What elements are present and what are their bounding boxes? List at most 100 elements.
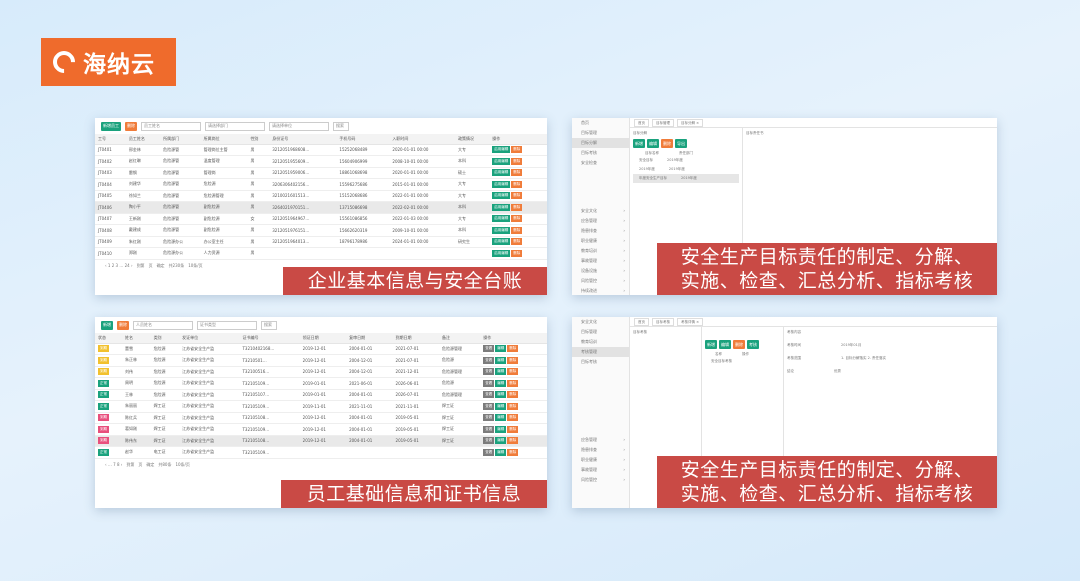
sidebar-item[interactable]: 考核管理 — [572, 347, 629, 357]
table-row[interactable]: 到期 刘伟 危险源 江苏省安全生产监 T32100516… 2019-12-01 2004-… — [95, 366, 547, 378]
confirm-button[interactable]: 确定 — [157, 263, 165, 269]
table-row[interactable]: JT0409 朱红刚 危险源办公 办公室主任男 3212051964013… 187961… — [95, 236, 547, 248]
view-button[interactable]: 查看 — [483, 414, 495, 422]
company-select[interactable]: 请选择单位 — [269, 121, 329, 131]
tree-row[interactable]: 安全目标 2019年度 — [633, 156, 739, 165]
delete-button[interactable]: 删除 — [507, 437, 519, 445]
view-button[interactable]: 查看 — [483, 425, 495, 433]
edit-button[interactable]: 编辑 — [495, 345, 507, 353]
table-row[interactable]: 到期 葛如刚 焊工证 江苏省安全生产监 T32105109… 2019-12-01 2004… — [95, 423, 547, 436]
edit-button[interactable]: 编辑 — [495, 391, 507, 399]
edit-button[interactable]: 编辑 — [495, 425, 507, 433]
delete-button[interactable]: 删除 — [511, 192, 523, 200]
toolbar-button[interactable]: 导出 — [675, 139, 687, 148]
sidebar-item[interactable]: 教育培训 › — [572, 246, 629, 256]
edit-button[interactable]: 启用编辑 — [492, 215, 511, 223]
delete-button[interactable]: 删除 — [507, 414, 519, 422]
edit-button[interactable]: 启用编辑 — [492, 249, 511, 257]
edit-button[interactable]: 启用编辑 — [492, 203, 511, 211]
sidebar-item[interactable]: 目标考核 — [572, 148, 629, 158]
search-button[interactable]: 搜索 — [261, 320, 277, 330]
per-page-select[interactable]: 10条/页 — [175, 462, 189, 468]
confirm-button[interactable]: 确定 — [146, 462, 154, 468]
sidebar-item[interactable]: 职业健康 › — [572, 455, 629, 465]
page-links[interactable]: ‹ … 7 8 › — [105, 462, 122, 468]
delete-button[interactable]: 删除 — [511, 146, 523, 154]
delete-button[interactable]: 删除 — [507, 356, 519, 364]
delete-button[interactable]: 删除 — [507, 402, 519, 410]
view-button[interactable]: 查看 — [483, 356, 495, 364]
toolbar-button[interactable]: 删除 — [733, 340, 745, 349]
edit-button[interactable]: 编辑 — [495, 379, 507, 387]
sidebar-item[interactable]: 设备设施 › — [572, 266, 629, 276]
table-row[interactable]: 到期 董雪 危险源 江苏省安全生产监 T3210402168… 2019-12-01 200… — [95, 343, 547, 355]
edit-button[interactable]: 编辑 — [495, 368, 507, 376]
edit-button[interactable]: 启用编辑 — [492, 157, 511, 165]
sidebar-item[interactable]: 首页 — [572, 118, 629, 128]
table-row[interactable]: 到期 陈红兵 焊工证 江苏省安全生产监 T32105108… 2019-12-01 2004… — [95, 412, 547, 424]
sidebar-item[interactable]: 安全检查 — [572, 158, 629, 168]
toolbar-button[interactable]: 考核 — [747, 340, 759, 349]
delete-button[interactable]: 删除 — [511, 249, 523, 257]
sidebar-item[interactable]: 事故管理 › — [572, 256, 629, 266]
name-search-input[interactable]: 员工姓名 — [141, 121, 201, 131]
tree-row[interactable]: 安全目标考核 — [705, 357, 780, 366]
table-row[interactable]: JT0405 徐如兰 危险源管 危险源管理男 3210021601513… 1515206… — [95, 190, 547, 202]
delete-button[interactable]: 删除 — [507, 425, 519, 433]
sidebar-item[interactable]: 风险管控 › — [572, 475, 629, 485]
edit-button[interactable]: 启用编辑 — [492, 192, 511, 200]
tab[interactable]: 目标分解 × — [677, 118, 704, 127]
delete-button[interactable]: 删除 — [511, 238, 523, 246]
view-button[interactable]: 查看 — [483, 402, 495, 410]
delete-button[interactable]: 删除 — [117, 320, 129, 330]
sidebar-item[interactable]: 风险管控 › — [572, 276, 629, 286]
table-row[interactable]: JT0406 陶小平 危险源管 副危险源男 3264021970151… 13715086… — [95, 201, 547, 214]
sidebar-item[interactable]: 事故管理 › — [572, 465, 629, 475]
delete-button[interactable]: 删除 — [511, 180, 523, 188]
toolbar-button[interactable]: 新增 — [705, 340, 717, 349]
table-row[interactable]: JT0401 邢金林 危险源管 管理岗位主管男 3212051968608… 152520… — [95, 144, 547, 156]
per-page-select[interactable]: 10条/页 — [188, 263, 202, 269]
toolbar-button[interactable]: 新增 — [633, 139, 645, 148]
sidebar-item[interactable]: 目标分解 — [572, 138, 629, 148]
view-button[interactable]: 查看 — [483, 345, 495, 353]
edit-button[interactable]: 启用编辑 — [492, 226, 511, 234]
edit-button[interactable]: 启用编辑 — [492, 180, 511, 188]
tree-row[interactable]: 2019年度 2019年度 — [633, 165, 739, 174]
edit-button[interactable]: 启用编辑 — [492, 238, 511, 246]
delete-button[interactable]: 删除 — [507, 345, 519, 353]
sidebar-item[interactable]: 目标考核 — [572, 357, 629, 367]
table-row[interactable]: JT0404 刘建华 危险源管 危险源男 3206306402156… 155962756… — [95, 178, 547, 191]
sidebar-item[interactable]: 应急管理 › — [572, 435, 629, 445]
edit-button[interactable]: 编辑 — [495, 448, 507, 456]
add-employee-button[interactable]: 新增员工 — [101, 121, 121, 131]
sidebar-item[interactable]: 教育培训 — [572, 337, 629, 347]
table-row[interactable]: JT0402 赵红琳 危险源管 温度管理男 3212051955609… 15604906… — [95, 155, 547, 168]
sidebar-item[interactable]: 隐患排查 › — [572, 445, 629, 455]
edit-button[interactable]: 启用编辑 — [492, 146, 511, 154]
delete-button[interactable]: 删除 — [511, 215, 523, 223]
sidebar-item[interactable]: 职业健康 › — [572, 236, 629, 246]
view-button[interactable]: 查看 — [483, 368, 495, 376]
table-row[interactable]: JT0410 郑刚 危险源办公 人力资源男 启用编辑 删除 — [95, 247, 547, 260]
delete-button[interactable]: 删除 — [511, 169, 523, 177]
sidebar-item[interactable]: 安全文化 — [572, 317, 629, 327]
sidebar-item[interactable]: 隐患排查 › — [572, 226, 629, 236]
delete-button[interactable]: 删除 — [507, 448, 519, 456]
page-links[interactable]: ‹ 1 2 3 … 24 › — [105, 263, 133, 269]
view-button[interactable]: 查看 — [483, 437, 495, 445]
cert-type-select[interactable]: 证书类型 — [197, 320, 257, 330]
table-row[interactable]: 到期 陈伟东 焊工证 江苏省安全生产监 T32105108… 2019-12-01 2004… — [95, 435, 547, 447]
tab[interactable]: 首页 — [634, 118, 649, 127]
name-search-input[interactable]: 人员姓名 — [133, 320, 193, 330]
view-button[interactable]: 查看 — [483, 391, 495, 399]
tab[interactable]: 目标考核 — [652, 317, 674, 326]
department-select[interactable]: 请选择部门 — [205, 121, 265, 131]
delete-button[interactable]: 删除 — [511, 203, 523, 211]
tab[interactable]: 首页 — [634, 317, 649, 326]
add-button[interactable]: 新增 — [101, 320, 113, 330]
delete-button[interactable]: 删除 — [511, 226, 523, 234]
table-row[interactable]: 正常 赵华 电工证 江苏省安全生产监 T32105109… 查看 编辑 删除 — [95, 446, 547, 459]
sidebar-item[interactable]: 目标管理 — [572, 327, 629, 337]
sidebar-item[interactable]: 目标管理 — [572, 128, 629, 138]
